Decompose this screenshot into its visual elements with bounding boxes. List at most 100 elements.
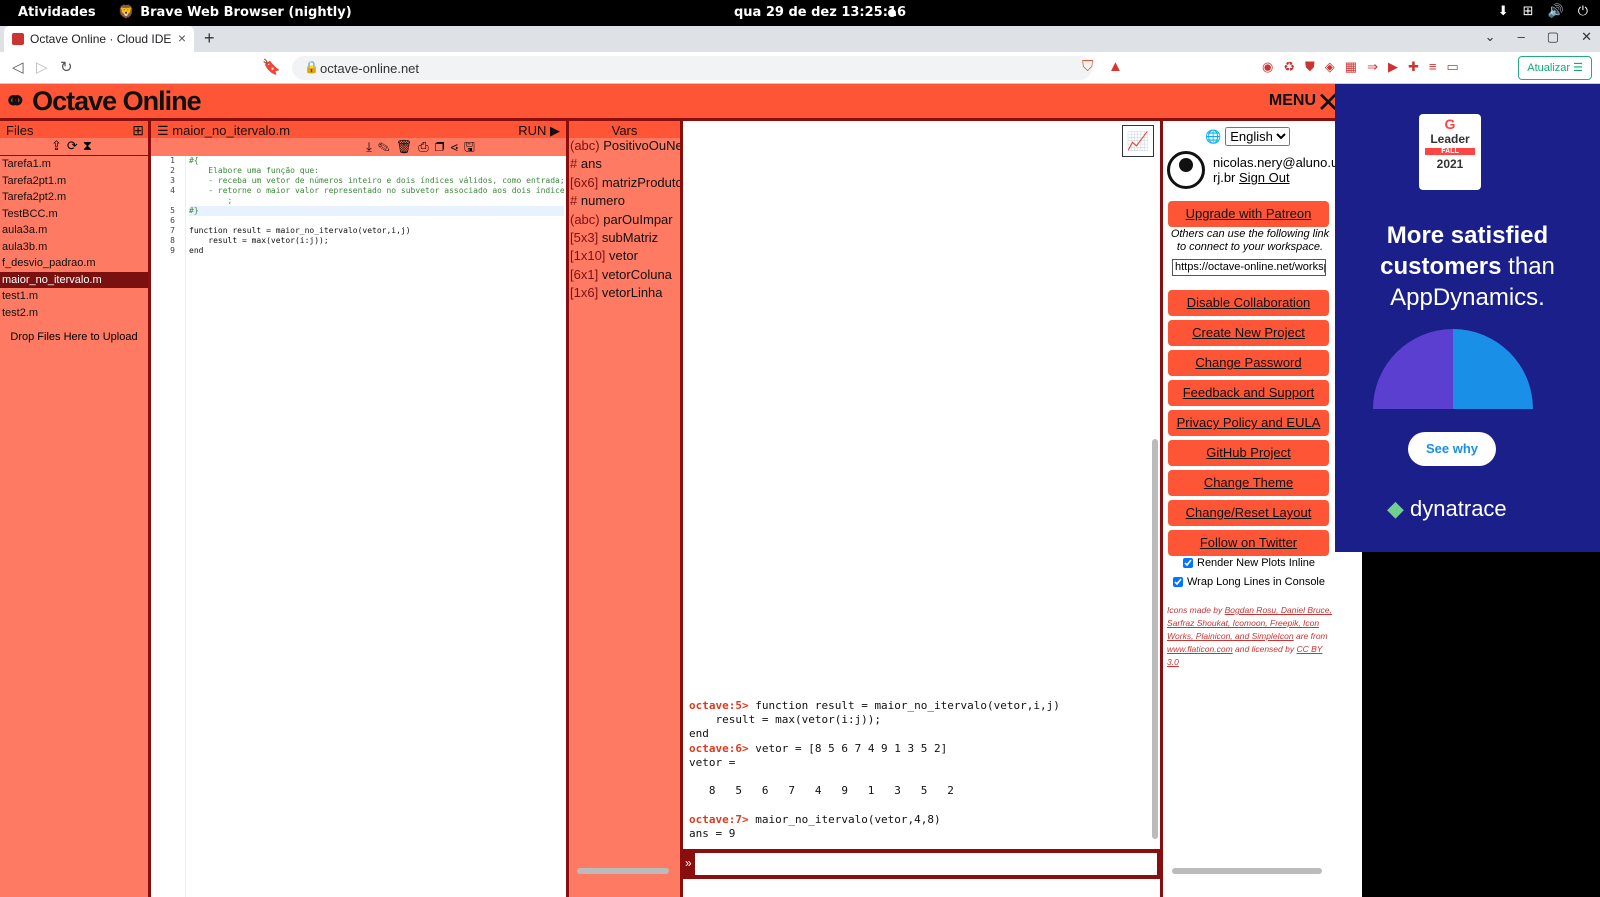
command-input[interactable] bbox=[695, 853, 1157, 875]
var-item[interactable]: (abc) PositivoOuNegativo bbox=[569, 138, 680, 156]
var-item[interactable]: (abc) parOuImpar bbox=[569, 212, 680, 230]
screenshot-extension-icon[interactable]: ◉ bbox=[1262, 59, 1273, 75]
sign-out-link[interactable]: Sign Out bbox=[1239, 170, 1290, 185]
flaticon-link[interactable]: www.flaticon.com bbox=[1167, 644, 1233, 654]
minimize-icon[interactable]: – bbox=[1518, 29, 1525, 45]
menu-button-item[interactable]: Feedback and Support bbox=[1168, 380, 1329, 406]
var-item[interactable]: [6x6] matrizProduto bbox=[569, 175, 680, 193]
upgrade-patreon-button[interactable]: Upgrade with Patreon bbox=[1168, 201, 1329, 227]
volume-icon[interactable]: 🔊 bbox=[1548, 4, 1564, 19]
file-item[interactable]: f_desvio_padrao.m bbox=[0, 255, 148, 272]
code-line[interactable]: - receba um vetor de números inteiro e d… bbox=[189, 176, 564, 186]
hourglass-icon[interactable]: ⧗ bbox=[83, 138, 97, 153]
drop-zone[interactable]: Drop Files Here to Upload bbox=[0, 331, 148, 343]
menu-button-item[interactable]: Change Password bbox=[1168, 350, 1329, 376]
file-item[interactable]: Tarefa1.m bbox=[0, 156, 148, 173]
share-icon[interactable]: ⋖ bbox=[451, 139, 464, 154]
ublock-extension-icon[interactable]: ◈ bbox=[1325, 59, 1335, 75]
var-item[interactable]: [1x6] vetorLinha bbox=[569, 285, 680, 303]
menu-button-item[interactable]: Change Theme bbox=[1168, 470, 1329, 496]
render-plots-inline-checkbox[interactable]: Render New Plots Inline bbox=[1183, 557, 1315, 569]
code-line[interactable]: Elabore uma função que: bbox=[189, 166, 564, 176]
shield-extension-icon[interactable]: ⛊ bbox=[1305, 59, 1315, 75]
new-file-icon[interactable]: ⊞ bbox=[132, 122, 144, 139]
browser-tab[interactable]: Octave Online · Cloud IDE × bbox=[4, 26, 194, 52]
network-icon[interactable]: ⊞ bbox=[1523, 4, 1534, 19]
render-plots-checkbox-input[interactable] bbox=[1183, 558, 1193, 568]
new-tab-icon[interactable]: + bbox=[204, 28, 215, 49]
code-line[interactable]: ; bbox=[189, 196, 564, 206]
menu-button-item[interactable]: GitHub Project bbox=[1168, 440, 1329, 466]
calendar-extension-icon[interactable]: ▦ bbox=[1345, 59, 1357, 75]
file-item[interactable]: test2.m bbox=[0, 305, 148, 322]
code-area[interactable]: #{ Elabore uma função que: - receba um v… bbox=[189, 156, 564, 897]
power-icon[interactable]: ⏻ bbox=[1578, 4, 1588, 19]
code-line[interactable] bbox=[189, 216, 564, 226]
brave-rewards-icon[interactable]: ▲ bbox=[1108, 58, 1123, 75]
save-icon[interactable]: 🖫 bbox=[464, 139, 481, 154]
delete-icon[interactable]: 🗑 bbox=[396, 139, 419, 154]
code-line[interactable]: end bbox=[189, 246, 564, 256]
download-icon[interactable]: ⤓ bbox=[366, 139, 378, 154]
file-item[interactable]: Tarefa2pt1.m bbox=[0, 173, 148, 190]
wrap-long-lines-checkbox[interactable]: Wrap Long Lines in Console bbox=[1173, 576, 1325, 588]
forward-icon[interactable]: ▷ bbox=[36, 58, 48, 76]
back-icon[interactable]: ◁ bbox=[12, 58, 24, 76]
bookmark-icon[interactable]: 🔖 bbox=[262, 58, 281, 76]
menu-button-item[interactable]: Privacy Policy and EULA bbox=[1168, 410, 1329, 436]
hamburger-icon[interactable]: ☰ bbox=[157, 123, 169, 138]
system-tray[interactable]: ⬇ ⊞ 🔊 ⏻ bbox=[1498, 4, 1588, 19]
file-item[interactable]: aula3a.m bbox=[0, 222, 148, 239]
recycle-extension-icon[interactable]: ♻ bbox=[1283, 59, 1295, 75]
see-why-button[interactable]: See why bbox=[1408, 432, 1496, 466]
share-url-field[interactable]: https://octave-online.net/workspace~ bbox=[1172, 259, 1326, 276]
code-line[interactable]: function result = maior_no_itervalo(veto… bbox=[189, 226, 564, 236]
lock-icon[interactable]: 🔒 bbox=[304, 60, 319, 74]
var-item[interactable]: # numero bbox=[569, 193, 680, 211]
refresh-icon[interactable]: ⟳ bbox=[67, 138, 83, 153]
menu-button[interactable]: MENU bbox=[1269, 92, 1316, 110]
menu-button-item[interactable]: Disable Collaboration bbox=[1168, 290, 1329, 316]
update-icon[interactable]: ⬇ bbox=[1498, 4, 1509, 19]
vars-horizontal-scrollbar[interactable] bbox=[577, 868, 669, 874]
tab-search-icon[interactable]: ⌄ bbox=[1485, 29, 1496, 45]
var-item[interactable]: [5x3] subMatriz bbox=[569, 230, 680, 248]
maximize-icon[interactable]: ▢ bbox=[1547, 29, 1559, 45]
address-bar[interactable]: 🔒 octave-online.net bbox=[292, 56, 1092, 80]
app-logo[interactable]: ⚭ Octave Online bbox=[4, 86, 202, 117]
file-item[interactable]: Tarefa2pt2.m bbox=[0, 189, 148, 206]
advertisement[interactable]: G Leader FALL 2021 More satisfied custom… bbox=[1335, 84, 1600, 552]
run-button[interactable]: RUN ▶ bbox=[518, 123, 560, 139]
playlist-icon[interactable]: ≡ bbox=[1429, 59, 1437, 75]
reload-icon[interactable]: ↻ bbox=[60, 58, 73, 76]
arrow-extension-icon[interactable]: ⇒ bbox=[1367, 59, 1378, 75]
menu-button-item[interactable]: Create New Project bbox=[1168, 320, 1329, 346]
rename-icon[interactable]: ✎ bbox=[378, 139, 396, 154]
file-item[interactable]: maior_no_itervalo.m bbox=[0, 271, 148, 288]
copy-icon[interactable]: ❐ bbox=[435, 139, 451, 154]
puzzle-extensions-icon[interactable]: ✚ bbox=[1408, 59, 1419, 75]
menu-button-item[interactable]: Follow on Twitter bbox=[1168, 530, 1329, 556]
code-line[interactable]: result = max(vetor(i:j)); bbox=[189, 236, 564, 246]
code-line[interactable]: #{ bbox=[189, 156, 564, 166]
file-item[interactable]: aula3b.m bbox=[0, 239, 148, 256]
menu-button-item[interactable]: Change/Reset Layout bbox=[1168, 500, 1329, 526]
console-scrollbar[interactable] bbox=[1152, 439, 1158, 839]
var-item[interactable]: # ans bbox=[569, 156, 680, 174]
activities-button[interactable]: Atividades bbox=[18, 5, 96, 20]
var-item[interactable]: [1x10] vetor bbox=[569, 248, 680, 266]
youtube-extension-icon[interactable]: ▶ bbox=[1388, 59, 1398, 75]
file-item[interactable]: test1.m bbox=[0, 288, 148, 305]
wrap-lines-checkbox-input[interactable] bbox=[1173, 577, 1183, 587]
close-window-icon[interactable]: ✕ bbox=[1581, 29, 1592, 45]
app-menu[interactable]: 🦁 Brave Web Browser (nightly) bbox=[118, 5, 352, 20]
code-line[interactable]: - retorne o maior valor representado no … bbox=[189, 186, 564, 196]
close-tab-icon[interactable]: × bbox=[178, 30, 186, 46]
clock[interactable]: qua 29 de dez 13:25:16 bbox=[734, 5, 906, 20]
code-line[interactable]: #} bbox=[189, 206, 564, 216]
upload-icon[interactable]: ⇪ bbox=[51, 138, 67, 153]
var-item[interactable]: [6x1] vetorColuna bbox=[569, 267, 680, 285]
update-button[interactable]: Atualizar ☰ bbox=[1518, 56, 1592, 80]
language-select[interactable]: English bbox=[1225, 127, 1291, 146]
brave-shields-icon[interactable]: ⛉ bbox=[1082, 58, 1093, 75]
